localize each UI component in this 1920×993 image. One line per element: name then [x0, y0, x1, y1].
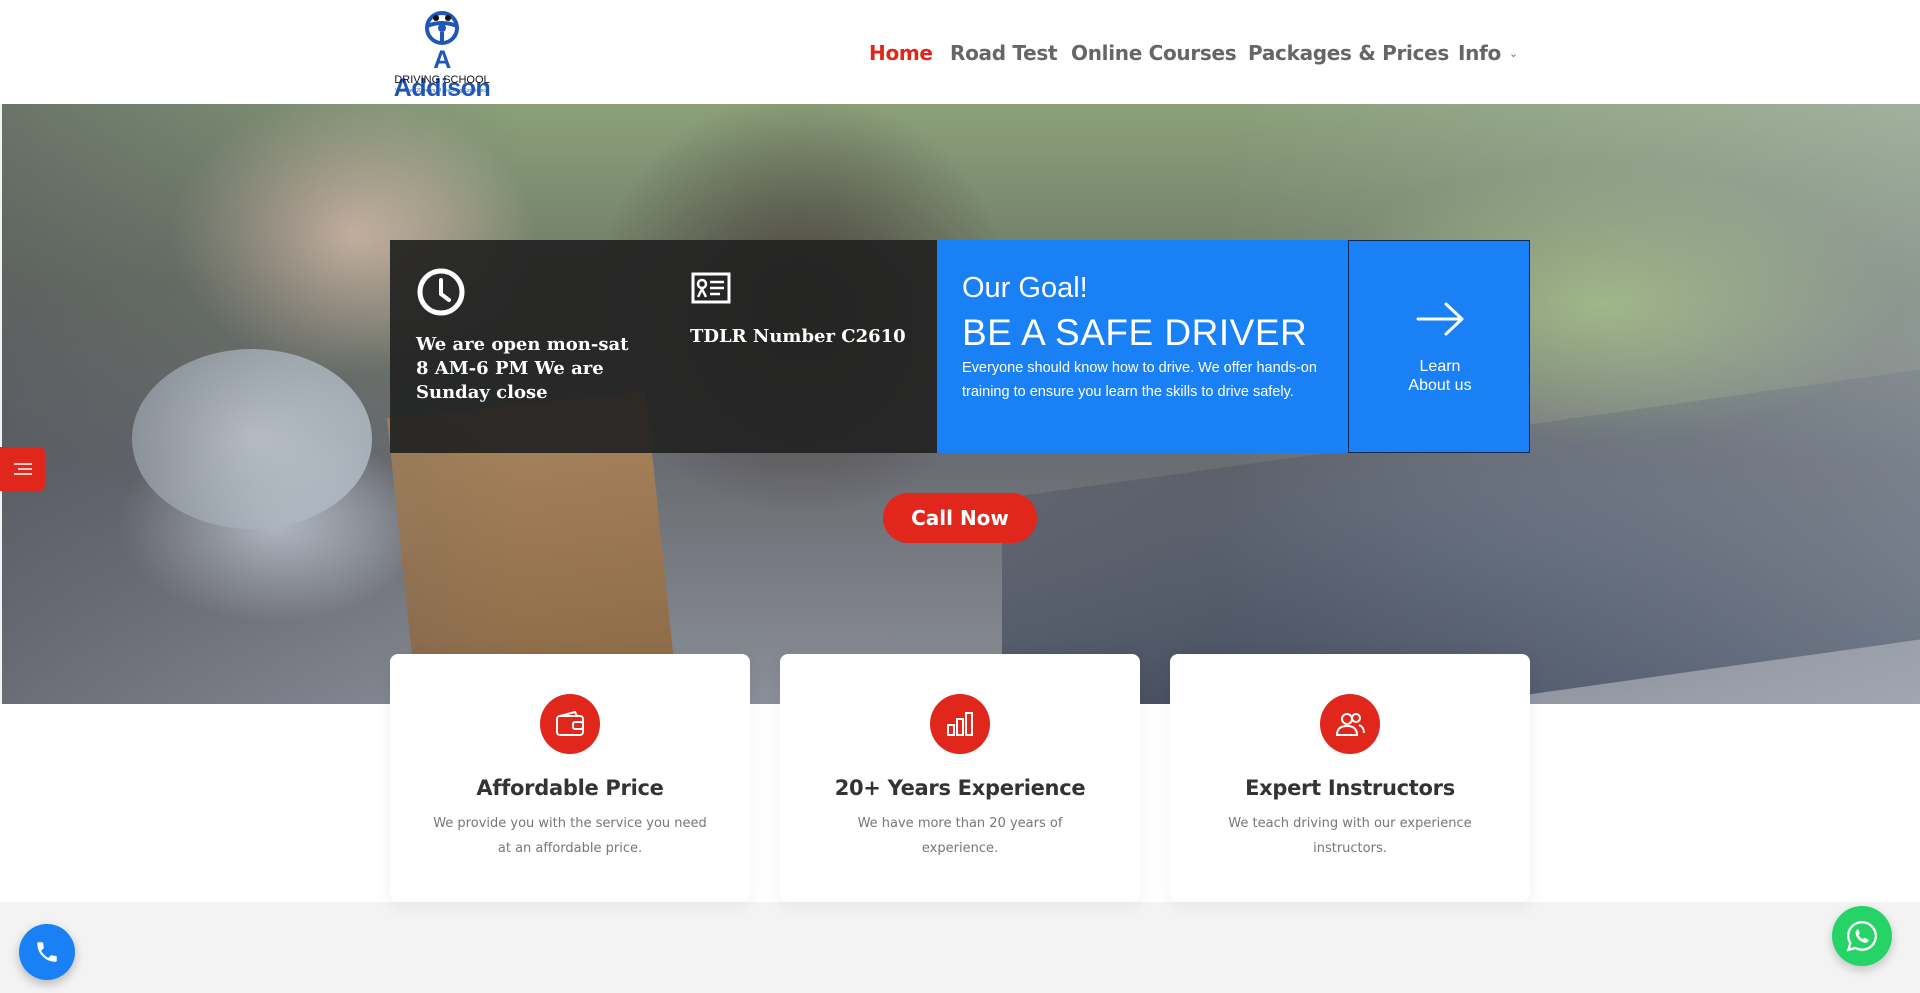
goal-panel: Our Goal! BE A SAFE DRIVER Everyone shou… [937, 240, 1348, 453]
site-header: A Addison DRIVING SCHOOL We have 20 year… [0, 0, 1920, 104]
feature-card-instructors: Expert Instructors We teach driving with… [1170, 654, 1530, 902]
nav-item-road-test[interactable]: Road Test [950, 38, 1058, 68]
feature-text: We have more than 20 years of experience… [857, 816, 1063, 856]
goal-heading: Our Goal! [962, 272, 1088, 304]
steering-wheel-icon [425, 11, 459, 45]
users-icon [1335, 713, 1365, 736]
feature-text: We provide you with the service you need… [433, 816, 707, 856]
clock-icon [417, 268, 465, 316]
feature-text: We teach driving with our experience ins… [1228, 816, 1472, 856]
arrow-right-icon [1416, 302, 1464, 336]
hours-text: We are open mon-sat 8 AM-6 PM We are Sun… [416, 334, 629, 403]
license-block: TDLR Number C2610 [690, 271, 920, 349]
whatsapp-button[interactable] [1832, 906, 1892, 966]
nav-link-road-test[interactable]: Road Test [950, 41, 1058, 65]
feature-icon-circle [1320, 694, 1380, 754]
nav-link-info[interactable]: Info [1458, 41, 1501, 65]
floating-call-button[interactable] [19, 924, 75, 980]
bar-chart-icon [947, 712, 973, 736]
logo-tagline: We have 20 years of Teaching Experience [395, 88, 489, 94]
phone-icon [37, 942, 57, 962]
feature-title: Affordable Price [476, 776, 664, 800]
license-text: TDLR Number C2610 [690, 326, 906, 347]
feature-card-experience: 20+ Years Experience We have more than 2… [780, 654, 1140, 902]
feature-icon-circle [540, 694, 600, 754]
call-now-button[interactable]: Call Now [883, 493, 1037, 543]
goal-title: BE A SAFE DRIVER [962, 312, 1308, 353]
nav-link-home[interactable]: Home [869, 41, 933, 65]
nav-link-packages[interactable]: Packages & Prices [1248, 41, 1449, 65]
learn-about-us-button[interactable]: Learn About us [1348, 240, 1530, 453]
menu-lines-icon [13, 463, 32, 475]
nav-item-home[interactable]: Home [869, 38, 933, 68]
feature-title: 20+ Years Experience [834, 776, 1086, 800]
logo-subtitle: DRIVING SCHOOL [394, 74, 490, 86]
certificate-icon [691, 272, 731, 304]
site-logo[interactable]: A Addison DRIVING SCHOOL We have 20 year… [386, 8, 498, 102]
learn-label-line1: Learn [1419, 358, 1461, 375]
feature-icon-circle [930, 694, 990, 754]
hours-block: We are open mon-sat 8 AM-6 PM We are Sun… [416, 267, 646, 405]
nav-item-info[interactable]: Info ⌄ [1458, 38, 1518, 68]
wallet-icon [556, 711, 584, 736]
feature-card-affordable: Affordable Price We provide you with the… [390, 654, 750, 902]
whatsapp-icon [1846, 921, 1877, 952]
learn-label-line2: About us [1408, 377, 1472, 394]
feature-title: Expert Instructors [1245, 776, 1455, 800]
nav-item-packages[interactable]: Packages & Prices [1248, 38, 1449, 68]
nav-item-online-courses[interactable]: Online Courses [1071, 38, 1237, 68]
goal-description: Everyone should know how to drive. We of… [962, 360, 1317, 400]
chevron-down-icon[interactable]: ⌄ [1509, 47, 1518, 60]
learn-about-us-label: Learn About us [1349, 357, 1531, 395]
nav-link-online-courses[interactable]: Online Courses [1071, 41, 1237, 65]
side-menu-toggle[interactable] [0, 447, 45, 491]
info-panel-dark: We are open mon-sat 8 AM-6 PM We are Sun… [390, 240, 937, 453]
